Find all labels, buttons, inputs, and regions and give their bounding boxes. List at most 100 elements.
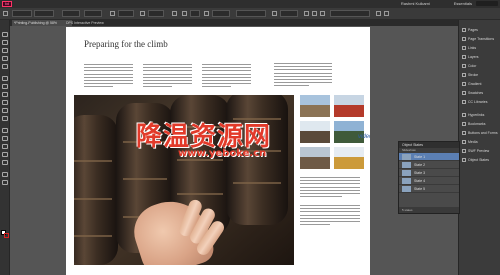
photo-thumb-1[interactable] [300,95,330,117]
state-row[interactable]: State 4 [399,177,459,185]
links-icon [462,46,466,50]
free-transform-tool[interactable] [2,136,8,141]
distribute-icon[interactable] [320,11,325,16]
state-row[interactable]: State 5 [399,185,459,193]
gradient-tool[interactable] [2,144,8,149]
control-bar [0,8,500,20]
line-tool[interactable] [2,84,8,89]
type-tool[interactable] [2,76,8,81]
rotate-icon[interactable] [110,11,115,16]
stroke-weight-field[interactable] [212,10,230,17]
zoom-icon [2,180,8,185]
panel-swf-preview[interactable]: SWF Preview [459,147,500,155]
height-field[interactable] [84,10,102,17]
hand-tool[interactable] [2,172,8,177]
gap-tool[interactable] [2,56,8,61]
user-name[interactable]: Rashmi Kulkarni [401,1,430,6]
scissors-tool[interactable] [2,128,8,133]
body-text-column-6 [300,205,360,227]
panel-gradient[interactable]: Gradient [459,80,500,88]
rotate-field[interactable] [118,10,134,17]
selection-tool[interactable] [2,32,8,37]
pencil-tool[interactable] [2,100,8,105]
panel-hyperlinks[interactable]: Hyperlinks [459,111,500,119]
rectangle-frame-tool[interactable] [2,108,8,113]
page-tool[interactable] [2,48,8,53]
photo-thumb-5[interactable] [300,147,330,169]
text-wrap-icon[interactable] [304,11,309,16]
menu-bar: Id Rashmi Kulkarni Essentials [0,0,500,8]
shear-icon[interactable] [140,11,145,16]
flip-icon[interactable] [172,11,177,16]
workspace-switcher[interactable]: Essentials [454,1,472,6]
photo-thumb-3[interactable] [300,121,330,143]
direct-selection-tool[interactable] [2,40,8,45]
state-thumbnail [402,178,411,184]
frame-icon [2,108,8,113]
stroke-swatch-icon[interactable] [4,233,9,238]
panel-color[interactable]: Color [459,62,500,70]
photo-thumb-6[interactable] [334,147,364,169]
body-text-column-1 [84,64,133,90]
document-tab[interactable]: *Printing-Publishing @ 58% [12,20,72,26]
panel-swatches[interactable]: Swatches [459,89,500,97]
article-title: Preparing for the climb [84,39,168,49]
layers-icon [462,55,466,59]
search-input[interactable] [476,1,498,6]
panel-media[interactable]: Media [459,138,500,146]
photo-thumb-2[interactable] [334,95,364,117]
pencil-icon [2,100,8,105]
gap-icon [2,56,8,61]
state-row[interactable]: State 1 [399,153,459,161]
video-label[interactable]: video [358,134,370,140]
note-tool[interactable] [2,152,8,157]
stroke-icon[interactable] [204,11,209,16]
opacity-field[interactable] [280,10,298,17]
panel-links[interactable]: Links [459,44,500,52]
hyperlinks-icon [462,113,466,117]
panel-buttons-forms[interactable]: Buttons and Forms [459,129,500,137]
fill-icon[interactable] [182,11,187,16]
state-thumbnail [402,154,411,160]
panel-stroke[interactable]: Stroke [459,71,500,79]
state-row[interactable]: State 3 [399,169,459,177]
fit-frame-icon[interactable] [384,11,389,16]
width-field[interactable] [62,10,80,17]
object-states-panel[interactable]: Object States Slideshow State 1 State 2 … [398,141,460,214]
panel-bookmarks[interactable]: Bookmarks [459,120,500,128]
line-icon [2,84,8,89]
note-icon [2,152,8,157]
panel-dock: Pages Page Transitions Links Layers Colo… [458,20,500,275]
bookmarks-icon [462,122,466,126]
stroke-style-select[interactable] [236,10,266,17]
panel-layers[interactable]: Layers [459,53,500,61]
panel-pages[interactable]: Pages [459,26,500,34]
align-icon[interactable] [312,11,317,16]
state-row[interactable]: State 2 [399,161,459,169]
swf-preview-icon [462,149,466,153]
body-text-column-2 [143,64,192,90]
y-field[interactable] [34,10,54,17]
fill-swatch[interactable] [190,10,200,17]
object-style-select[interactable] [330,10,370,17]
fit-content-icon[interactable] [376,11,381,16]
shear-field[interactable] [148,10,164,17]
effects-icon[interactable] [272,11,277,16]
rectangle-tool[interactable] [2,116,8,121]
hand-icon [2,172,8,177]
rectangle-icon [2,116,8,121]
panel-object-states[interactable]: Object States [459,156,500,164]
reference-point-icon[interactable] [3,11,8,16]
pen-tool[interactable] [2,92,8,97]
zoom-tool[interactable] [2,180,8,185]
object-states-icon [462,158,466,162]
panel-page-transitions[interactable]: Page Transitions [459,35,500,43]
x-field[interactable] [12,10,32,17]
eyedropper-tool[interactable] [2,160,8,165]
state-thumbnail [402,162,411,168]
body-text-column-4 [274,63,332,89]
transitions-icon [462,37,466,41]
content-collector-tool[interactable] [2,64,8,69]
scissors-icon [2,128,8,133]
panel-cc-libraries[interactable]: CC Libraries [459,98,500,106]
